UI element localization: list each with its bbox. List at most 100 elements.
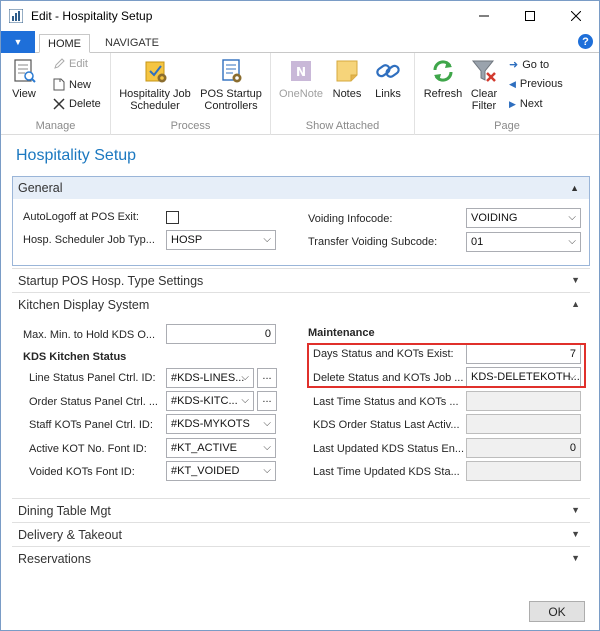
transfer-voiding-subcode-select[interactable]: 01 ⌵: [466, 232, 581, 252]
chevron-down-icon: ⌵: [263, 442, 271, 453]
chevron-down-icon: ▼: [571, 275, 580, 285]
line-status-select[interactable]: #KDS-LINES... ⌵: [166, 368, 254, 388]
tab-home[interactable]: HOME: [39, 34, 90, 53]
notes-button[interactable]: Notes: [329, 57, 365, 100]
voiding-infocode-select[interactable]: VOIDING ⌵: [466, 208, 581, 228]
chevron-down-icon: ⌵: [263, 418, 271, 429]
staff-kots-select[interactable]: #KDS-MYKOTS ⌵: [166, 414, 276, 434]
delete-x-icon: [53, 98, 65, 110]
pos-startup-controllers-button[interactable]: POS Startup Controllers: [197, 57, 265, 112]
last-time-status-field: [466, 391, 581, 411]
order-status-label: Order Status Panel Ctrl. ...: [29, 396, 158, 408]
caret-down-icon: ▼: [13, 37, 23, 47]
onenote-icon: N: [291, 61, 311, 81]
minimize-button[interactable]: [461, 1, 507, 31]
next-arrow-icon: ▶: [509, 98, 516, 109]
chevron-down-icon: ⌵: [241, 395, 249, 406]
fasttab-delivery-takeout[interactable]: Delivery & Takeout ▼: [12, 522, 590, 546]
active-kot-font-label: Active KOT No. Font ID:: [29, 443, 147, 455]
ribbon-group-manage: View Edit New Delete Manage: [1, 53, 111, 135]
chevron-down-icon: ⌵: [241, 372, 249, 383]
pos-startup-label-2: Controllers: [204, 100, 258, 112]
maximize-button[interactable]: [507, 1, 553, 31]
active-kot-font-select[interactable]: #KT_ACTIVE ⌵: [166, 438, 276, 458]
new-document-icon: [53, 78, 65, 91]
onenote-button[interactable]: N OneNote: [277, 57, 325, 100]
clear-filter-button[interactable]: Clear Filter: [467, 57, 501, 112]
general-header-label: General: [18, 181, 63, 195]
group-label-page: Page: [494, 120, 520, 132]
dialog-window: Edit - Hospitality Setup ▼ HOME NAVIGATE…: [0, 0, 600, 631]
voiding-infocode-label: Voiding Infocode:: [308, 213, 393, 225]
job-scheduler-icon: [145, 61, 167, 83]
minimize-icon: [479, 15, 489, 17]
voided-kots-font-select[interactable]: #KT_VOIDED ⌵: [166, 461, 276, 481]
ok-button[interactable]: OK: [529, 601, 585, 622]
max-min-hold-input[interactable]: 0: [166, 324, 276, 344]
order-status-select[interactable]: #KDS-KITC... ⌵: [166, 391, 254, 411]
active-kot-font-value: #KT_ACTIVE: [171, 442, 238, 454]
close-icon: [571, 11, 581, 21]
highlight-box: [307, 343, 586, 388]
max-min-hold-label: Max. Min. to Hold KDS O...: [23, 329, 156, 341]
new-button[interactable]: New: [53, 78, 91, 91]
fasttab-startup-pos[interactable]: Startup POS Hosp. Type Settings ▼: [12, 268, 590, 292]
fasttab-dining-table-mgt[interactable]: Dining Table Mgt ▼: [12, 498, 590, 522]
kds-order-status-last-label: KDS Order Status Last Activ...: [313, 419, 460, 431]
chevron-down-icon: ⌵: [568, 212, 576, 223]
view-button[interactable]: View: [7, 57, 41, 100]
previous-button[interactable]: ◀ Previous: [509, 78, 563, 90]
chevron-down-icon: ▼: [571, 529, 580, 539]
kds-label: Kitchen Display System: [18, 297, 150, 312]
reservations-label: Reservations: [18, 551, 91, 566]
fasttab-kitchen-display-system[interactable]: Kitchen Display System ▲: [12, 292, 590, 316]
scheduler-job-type-label: Hosp. Scheduler Job Typ...: [23, 234, 155, 246]
group-label-show-attached: Show Attached: [305, 120, 380, 132]
transfer-voiding-subcode-value: 01: [471, 236, 484, 248]
chevron-down-icon: ⌵: [263, 465, 271, 476]
links-label: Links: [375, 88, 401, 100]
links-button[interactable]: Links: [369, 57, 407, 100]
clear-filter-label-2: Filter: [471, 100, 497, 112]
line-status-assist-button[interactable]: ...: [257, 368, 277, 388]
pos-startup-icon: [222, 59, 242, 83]
last-time-updated-kds-label: Last Time Updated KDS Sta...: [313, 466, 460, 478]
edit-button[interactable]: Edit: [53, 58, 88, 70]
delete-button[interactable]: Delete: [53, 98, 101, 110]
chevron-down-icon: ▼: [571, 553, 580, 563]
job-scheduler-label-1: Hospitality Job: [119, 88, 191, 100]
clear-filter-label-1: Clear: [470, 88, 498, 100]
scheduler-job-type-select[interactable]: HOSP ⌵: [166, 230, 276, 250]
next-button[interactable]: ▶ Next: [509, 98, 543, 110]
chevron-down-icon: ⌵: [263, 234, 271, 245]
scheduler-job-type-value: HOSP: [171, 234, 203, 246]
delivery-takeout-label: Delivery & Takeout: [18, 527, 122, 542]
next-label: Next: [519, 98, 543, 110]
order-status-assist-button[interactable]: ...: [257, 391, 277, 411]
app-logo-icon: [9, 9, 23, 23]
help-icon[interactable]: ?: [578, 34, 593, 49]
tab-navigate[interactable]: NAVIGATE: [97, 34, 167, 53]
hospitality-job-scheduler-button[interactable]: Hospitality Job Scheduler: [117, 57, 193, 112]
refresh-button[interactable]: Refresh: [421, 57, 465, 100]
chevron-up-icon: ▲: [571, 299, 580, 309]
view-label: View: [12, 88, 36, 100]
order-status-value: #KDS-KITC...: [171, 395, 238, 407]
pos-startup-label-1: POS Startup: [200, 88, 262, 100]
go-to-button[interactable]: ➜ Go to: [509, 58, 549, 72]
last-updated-kds-label: Last Updated KDS Status En...: [313, 443, 465, 455]
last-updated-kds-field: 0: [466, 438, 581, 458]
window-title: Edit - Hospitality Setup: [31, 9, 153, 23]
maintenance-heading: Maintenance: [308, 327, 375, 339]
kds-kitchen-status-heading: KDS Kitchen Status: [23, 351, 127, 363]
close-button[interactable]: [553, 1, 599, 31]
job-scheduler-label-2: Scheduler: [130, 100, 180, 112]
app-menu-button[interactable]: ▼: [1, 31, 35, 53]
new-label: New: [69, 78, 92, 91]
edit-label: Edit: [69, 58, 88, 70]
fasttab-reservations[interactable]: Reservations ▼: [12, 546, 590, 570]
ribbon-group-show-attached: N OneNote Notes Links Show Attached: [271, 53, 415, 135]
autologoff-checkbox[interactable]: [166, 211, 179, 224]
notes-icon: [336, 60, 358, 82]
fasttab-general[interactable]: General ▲: [13, 177, 589, 199]
